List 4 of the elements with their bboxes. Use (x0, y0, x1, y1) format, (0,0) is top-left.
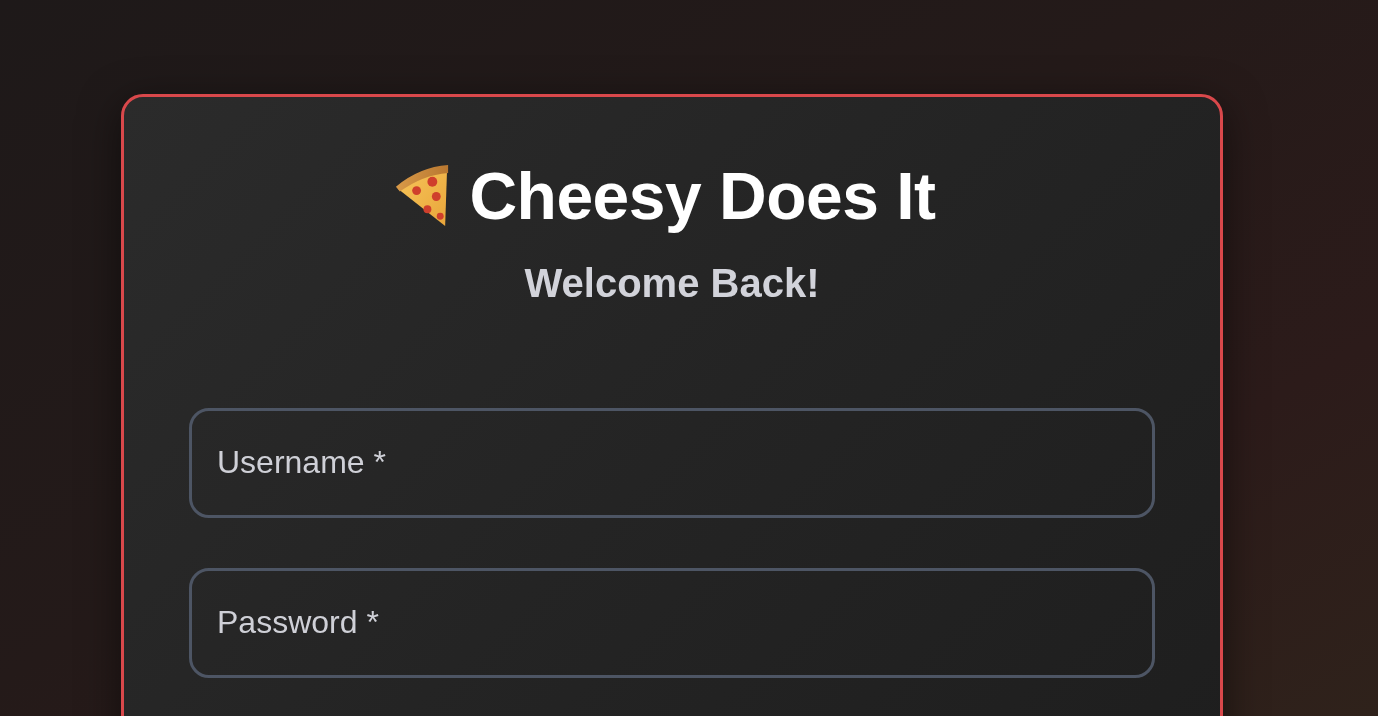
app-title: Cheesy Does It (469, 159, 936, 235)
input-field[interactable]: Password * (189, 567, 1155, 678)
welcome-heading: Welcome Back! (524, 260, 820, 305)
input-field[interactable]: Username * (189, 407, 1155, 518)
